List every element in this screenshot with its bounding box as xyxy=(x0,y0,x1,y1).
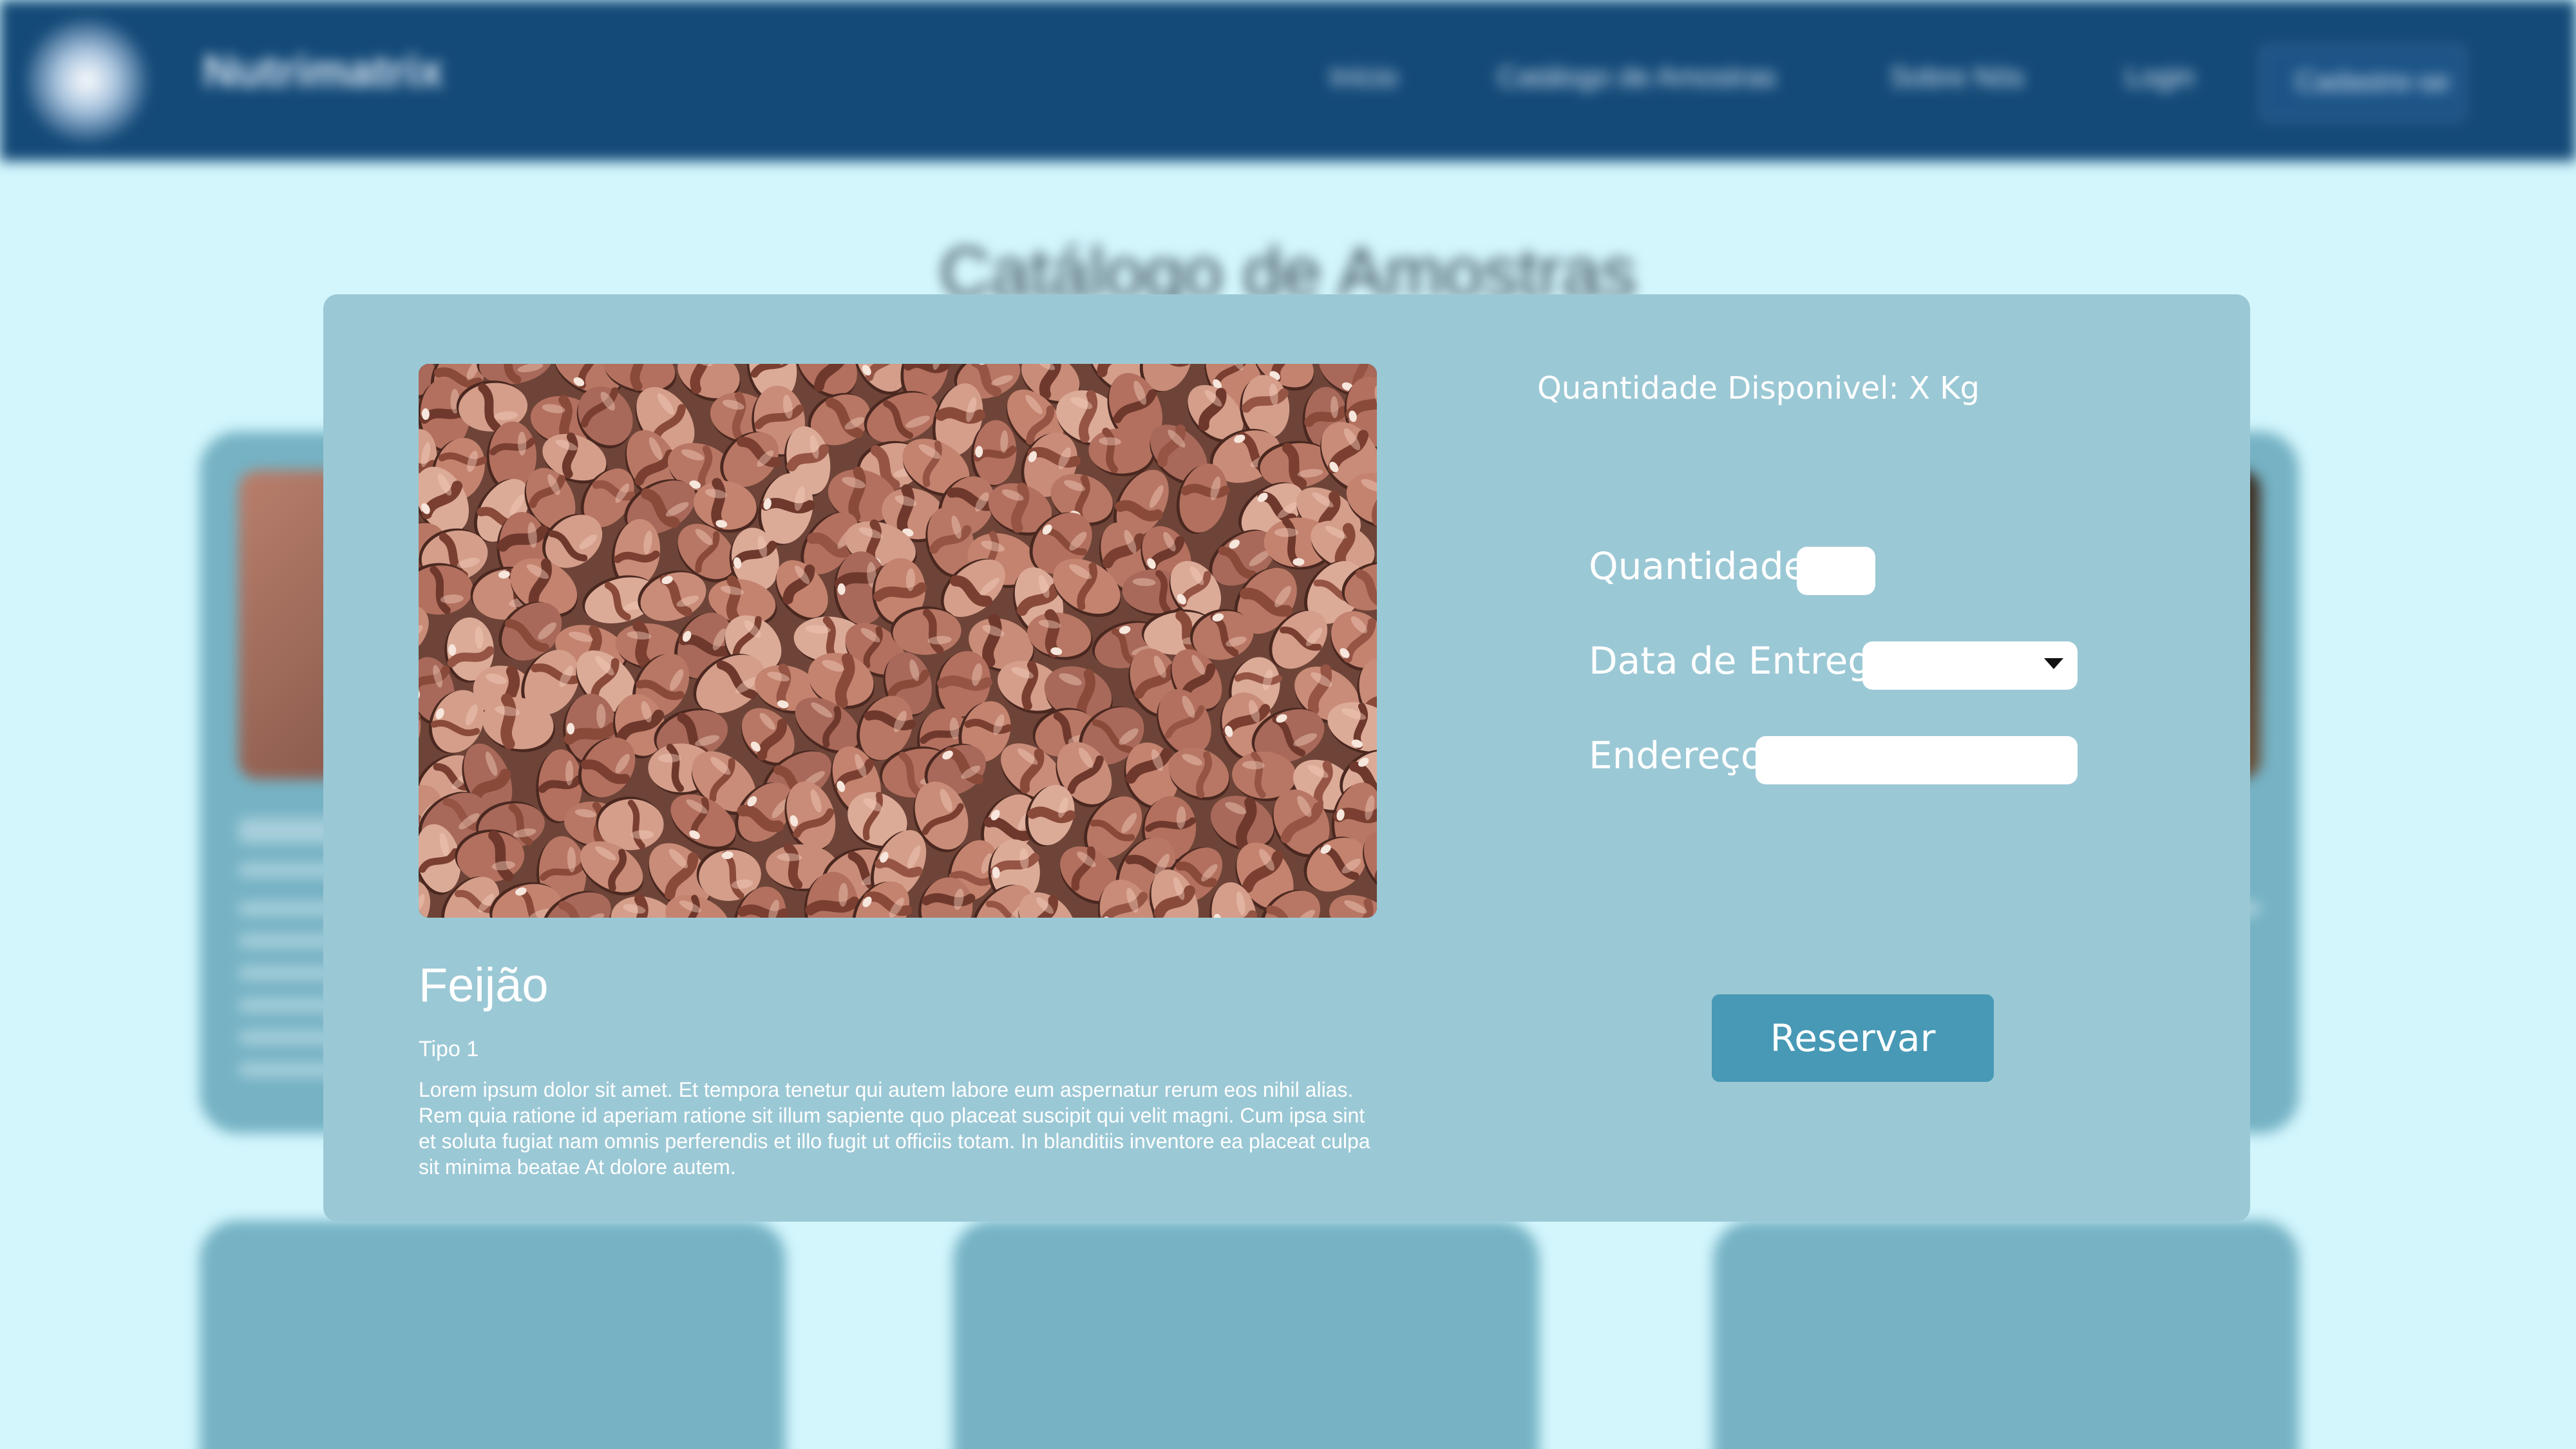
reserve-button[interactable]: Reservar xyxy=(1712,994,1994,1082)
address-input[interactable] xyxy=(1756,736,2078,784)
address-label: Endereço xyxy=(1589,734,1764,777)
quantity-label: Quantidade xyxy=(1589,544,1807,588)
catalog-card[interactable] xyxy=(1713,1220,2299,1449)
nav-home[interactable]: Início xyxy=(1330,61,1397,93)
quantity-input[interactable] xyxy=(1797,547,1875,595)
delivery-date-label: Data de Entrega xyxy=(1589,639,1895,683)
delivery-date-select[interactable] xyxy=(1862,641,2078,690)
beans-photo xyxy=(419,364,1377,918)
product-type: Tipo 1 xyxy=(419,1037,479,1061)
product-modal: Feijão Tipo 1 Lorem ipsum dolor sit amet… xyxy=(323,294,2250,1222)
nav-about[interactable]: Sobre Nós xyxy=(1890,61,2024,93)
catalog-card[interactable] xyxy=(200,1220,786,1449)
available-quantity: Quantidade Disponivel: X Kg xyxy=(1537,370,1980,406)
nav-catalog[interactable]: Catálogo de Amostras xyxy=(1497,61,1776,93)
chevron-down-icon[interactable] xyxy=(2044,658,2063,669)
signup-button[interactable]: Cadastre-se xyxy=(2260,45,2465,121)
catalog-card[interactable] xyxy=(953,1220,1539,1449)
signup-label: Cadastre-se xyxy=(2295,66,2450,97)
product-image xyxy=(419,364,1377,918)
site-header: Nutrimatrix Início Catálogo de Amostras … xyxy=(0,0,2576,161)
product-name: Feijão xyxy=(419,958,549,1012)
brand-name: Nutrimatrix xyxy=(203,46,444,96)
logo-icon[interactable] xyxy=(26,19,148,142)
nav-login[interactable]: Login xyxy=(2125,61,2195,93)
product-description: Lorem ipsum dolor sit amet. Et tempora t… xyxy=(419,1078,1370,1179)
